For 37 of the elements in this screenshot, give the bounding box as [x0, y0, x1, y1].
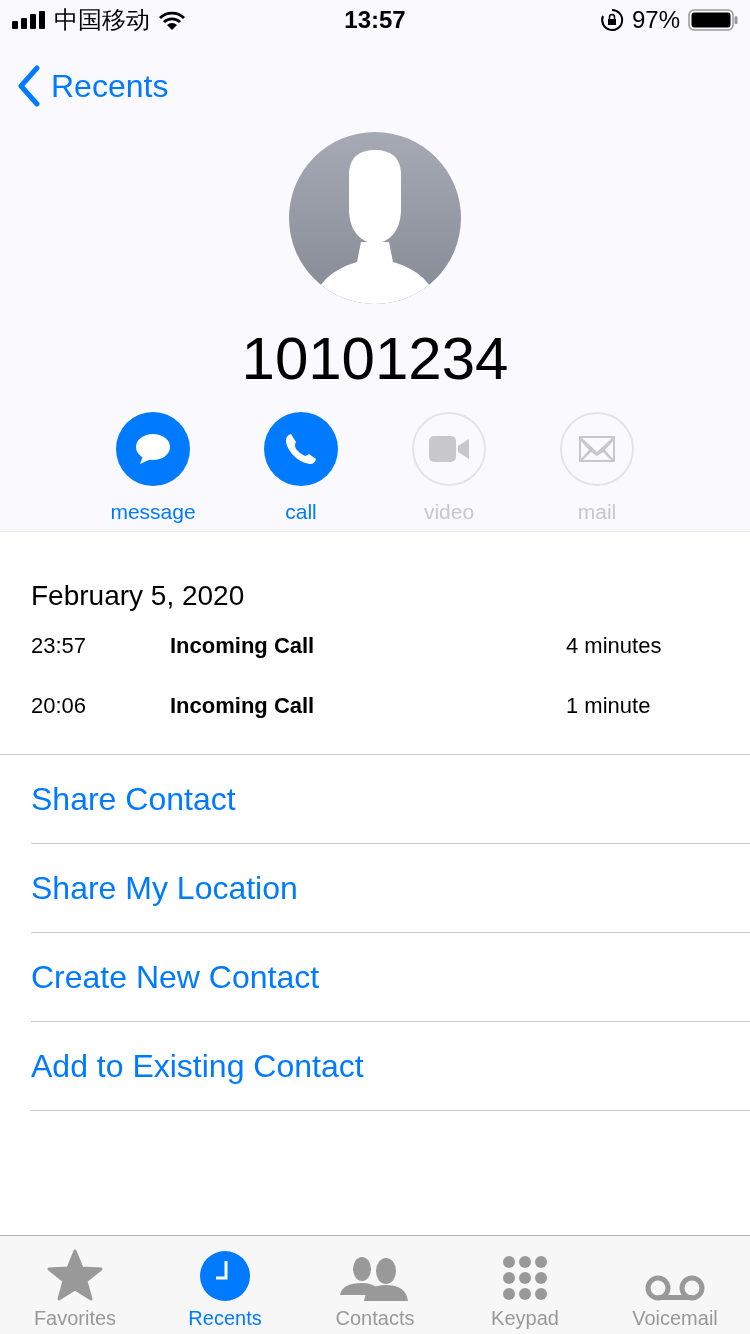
phone-handset-icon — [284, 432, 318, 466]
option-link[interactable]: Create New Contact — [31, 933, 750, 1022]
speech-bubble-icon — [135, 433, 171, 465]
carrier-name: 中国移动 — [54, 5, 150, 35]
call-type: Incoming Call — [170, 693, 316, 719]
wifi-icon — [158, 10, 186, 30]
back-button[interactable]: Recents — [17, 64, 169, 108]
option-link[interactable]: Share Contact — [31, 755, 750, 844]
star-icon — [47, 1249, 103, 1301]
keypad-tab[interactable]: Keypad — [450, 1236, 600, 1334]
battery-icon — [688, 9, 738, 31]
voicemail-tab[interactable]: Voicemail — [600, 1236, 750, 1334]
people-icon — [340, 1255, 410, 1301]
call-type: Incoming Call — [170, 633, 316, 659]
envelope-icon — [579, 436, 615, 462]
contacts-tab[interactable]: Contacts — [300, 1236, 450, 1334]
video-camera-icon — [429, 436, 469, 462]
call-date: February 5, 2020 — [31, 579, 246, 613]
phone-number: 10101234 — [241, 324, 509, 394]
clock-icon — [200, 1251, 250, 1301]
signal-icon — [12, 11, 46, 29]
rotation-lock-icon — [599, 8, 624, 32]
voicemail-icon — [645, 1275, 705, 1301]
call-action-button[interactable]: call — [249, 412, 353, 524]
keypad-icon — [502, 1255, 548, 1301]
call-time: 23:57 — [31, 633, 88, 659]
recents-tab[interactable]: Recents — [150, 1236, 300, 1334]
status-time: 13:57 — [344, 6, 406, 34]
back-chevron-icon — [17, 65, 41, 107]
battery-percent: 97% — [631, 6, 680, 34]
call-duration: 1 minute — [566, 693, 651, 719]
call-time: 20:06 — [31, 693, 88, 719]
message-action-button[interactable]: message — [101, 412, 205, 524]
call-duration: 4 minutes — [566, 633, 662, 659]
option-link[interactable]: Add to Existing Contact — [31, 1022, 750, 1111]
option-link[interactable]: Share My Location — [31, 844, 750, 933]
favorites-tab[interactable]: Favorites — [0, 1236, 150, 1334]
